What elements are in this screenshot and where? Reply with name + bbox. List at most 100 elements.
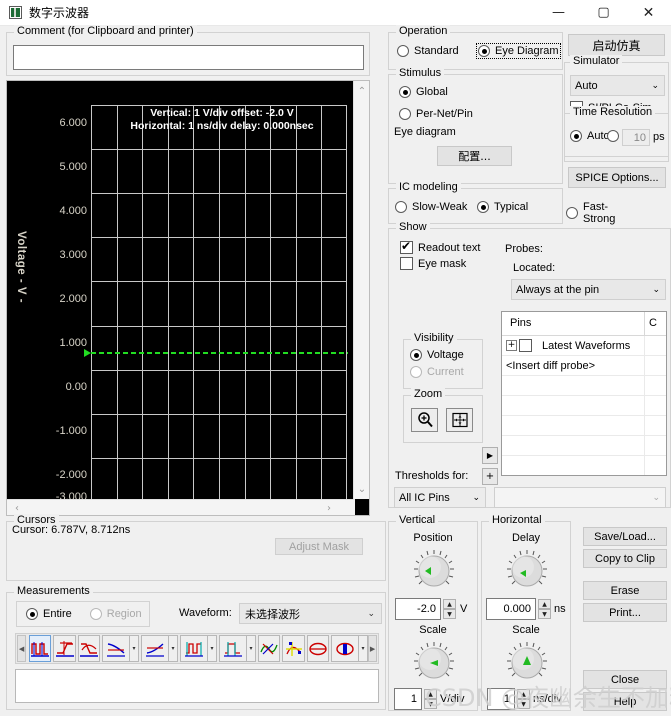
vertical-scale-knob[interactable] [411, 640, 457, 686]
zoom-fit-icon[interactable] [446, 408, 473, 432]
table-row[interactable]: + Latest Waveforms [502, 336, 666, 356]
horizontal-delay-knob[interactable] [504, 548, 550, 594]
table-row[interactable] [502, 376, 666, 396]
run-simulation-button[interactable]: 启动仿真 [568, 34, 665, 56]
vertical-scale-stepper[interactable]: ▲ ▼ [424, 689, 437, 709]
meas-eye-points-icon[interactable] [282, 635, 305, 662]
table-row[interactable] [502, 456, 666, 475]
table-row[interactable] [502, 436, 666, 456]
meas-eye-height-dropdown[interactable]: ▾ [359, 635, 368, 662]
radio-time-auto[interactable]: Auto [570, 130, 610, 142]
slow-weak-radio-icon[interactable] [395, 201, 407, 213]
horizontal-delay-value[interactable]: 0.000 [486, 598, 536, 620]
horizontal-scale-knob[interactable] [504, 640, 550, 686]
configure-button[interactable]: 配置... [437, 146, 512, 166]
minimize-button[interactable]: — [536, 0, 581, 26]
vertical-position-stepper[interactable]: ▲ ▼ [443, 599, 456, 619]
radio-voltage[interactable]: Voltage [410, 349, 464, 361]
meas-width-dropdown[interactable]: ▾ [247, 635, 257, 662]
print-button[interactable]: Print... [583, 603, 667, 622]
radio-eye-diagram[interactable]: Eye Diagram [476, 43, 561, 59]
meas-slope-down-icon[interactable] [102, 635, 131, 662]
simulator-select[interactable]: Auto ⌄ [570, 75, 665, 96]
toolbar-scroll-right[interactable]: ▶ [368, 635, 378, 662]
meas-width-group[interactable]: ▾ [219, 635, 257, 662]
horizontal-scale-stepper[interactable]: ▲ ▼ [517, 689, 530, 709]
radio-current[interactable]: Current [410, 366, 464, 378]
stepper-up-icon[interactable]: ▲ [424, 689, 437, 699]
stepper-up-icon[interactable]: ▲ [517, 689, 530, 699]
meas-width-icon[interactable] [219, 635, 248, 662]
standard-radio-icon[interactable] [397, 45, 409, 57]
typical-radio-icon[interactable] [477, 201, 489, 213]
meas-slope-up-icon[interactable] [141, 635, 170, 662]
graph-horizontal-scrollbar[interactable]: ‹ › [7, 499, 355, 515]
close-button[interactable]: Close [583, 670, 667, 689]
toolbar-scroll-left[interactable]: ◀ [17, 635, 27, 662]
help-button[interactable]: Help [583, 692, 667, 711]
add-probe-button[interactable]: + [482, 468, 498, 485]
stepper-up-icon[interactable]: ▲ [443, 599, 456, 609]
scroll-up-icon[interactable]: ⌃ [354, 83, 369, 99]
close-window-button[interactable]: ✕ [626, 0, 671, 26]
expand-arrow-button[interactable]: ▶ [482, 447, 498, 464]
radio-fast-strong[interactable]: Fast-Strong [566, 201, 615, 225]
radio-typical[interactable]: Typical [477, 201, 528, 213]
graph-vertical-scrollbar[interactable]: ⌃ ⌄ [353, 81, 369, 499]
meas-slope-up-dropdown[interactable]: ▾ [169, 635, 179, 662]
horizontal-delay-stepper[interactable]: ▲ ▼ [538, 599, 551, 619]
meas-slope-group[interactable]: ▾ [102, 635, 140, 662]
horizontal-scale-value[interactable]: 1 [487, 688, 515, 710]
zoom-in-icon[interactable] [411, 408, 438, 432]
meas-overshoot-dropdown[interactable]: ▾ [208, 635, 218, 662]
radio-global[interactable]: Global [399, 86, 448, 98]
checkbox-eye-mask[interactable]: Eye mask [400, 257, 466, 270]
time-manual-radio-icon[interactable] [607, 130, 619, 142]
pins-row-cell[interactable]: + Latest Waveforms [502, 339, 644, 352]
pins-row-cell[interactable]: <Insert diff probe> [502, 360, 644, 372]
pins-table[interactable]: Pins C + Latest Waveforms <Insert diff p… [501, 311, 667, 476]
thresholds-select[interactable]: All IC Pins ⌄ [394, 487, 486, 508]
stepper-down-icon[interactable]: ▼ [517, 699, 530, 709]
stepper-down-icon[interactable]: ▼ [443, 609, 456, 619]
vertical-position-value[interactable]: -2.0 [395, 598, 441, 620]
waveform-select[interactable]: 未选择波形 ⌄ [239, 603, 382, 624]
meas-fall-icon[interactable] [77, 635, 101, 662]
copy-to-clip-button[interactable]: Copy to Clip [583, 549, 667, 568]
meas-crossing-icon[interactable] [258, 635, 281, 662]
stepper-up-icon[interactable]: ▲ [538, 599, 551, 609]
stepper-down-icon[interactable]: ▼ [424, 699, 437, 709]
time-auto-radio-icon[interactable] [570, 130, 582, 142]
readout-text-checkbox-icon[interactable] [400, 239, 413, 254]
radio-region[interactable]: Region [89, 608, 142, 620]
table-row[interactable] [502, 396, 666, 416]
per-net-pin-radio-icon[interactable] [399, 108, 411, 120]
table-row[interactable] [502, 416, 666, 436]
maximize-button[interactable]: ▢ [581, 0, 626, 26]
region-radio-icon[interactable] [89, 608, 102, 620]
scroll-right-icon[interactable]: › [321, 500, 337, 515]
global-radio-icon[interactable] [399, 86, 411, 98]
time-resolution-value[interactable]: 10 [622, 129, 650, 146]
radio-slow-weak[interactable]: Slow-Weak [395, 201, 467, 213]
meas-rise-icon[interactable] [53, 635, 76, 662]
vertical-position-knob[interactable] [411, 548, 457, 594]
radio-per-net-pin[interactable]: Per-Net/Pin [399, 108, 473, 120]
meas-slope-up-group[interactable]: ▾ [141, 635, 179, 662]
meas-overshoot-group[interactable]: ▾ [180, 635, 218, 662]
located-select[interactable]: Always at the pin ⌄ [511, 279, 666, 300]
waveform-graph[interactable]: Vertical: 1 V/div offset: -2.0 V Horizon… [6, 80, 370, 516]
meas-slope-down-dropdown[interactable]: ▾ [130, 635, 140, 662]
radio-time-manual[interactable] [607, 130, 619, 142]
meas-eye-open-icon[interactable] [306, 635, 329, 662]
voltage-radio-icon[interactable] [410, 349, 422, 361]
fast-strong-radio-icon[interactable] [566, 207, 578, 219]
stepper-down-icon[interactable]: ▼ [538, 609, 551, 619]
vertical-scale-value[interactable]: 1 [394, 688, 422, 710]
scroll-down-icon[interactable]: ⌄ [354, 481, 369, 497]
comment-input[interactable] [13, 45, 364, 70]
eye-diagram-radio-icon[interactable] [478, 45, 490, 57]
erase-button[interactable]: Erase [583, 581, 667, 600]
spice-options-button[interactable]: SPICE Options... [568, 167, 666, 188]
entire-radio-icon[interactable] [26, 608, 38, 620]
